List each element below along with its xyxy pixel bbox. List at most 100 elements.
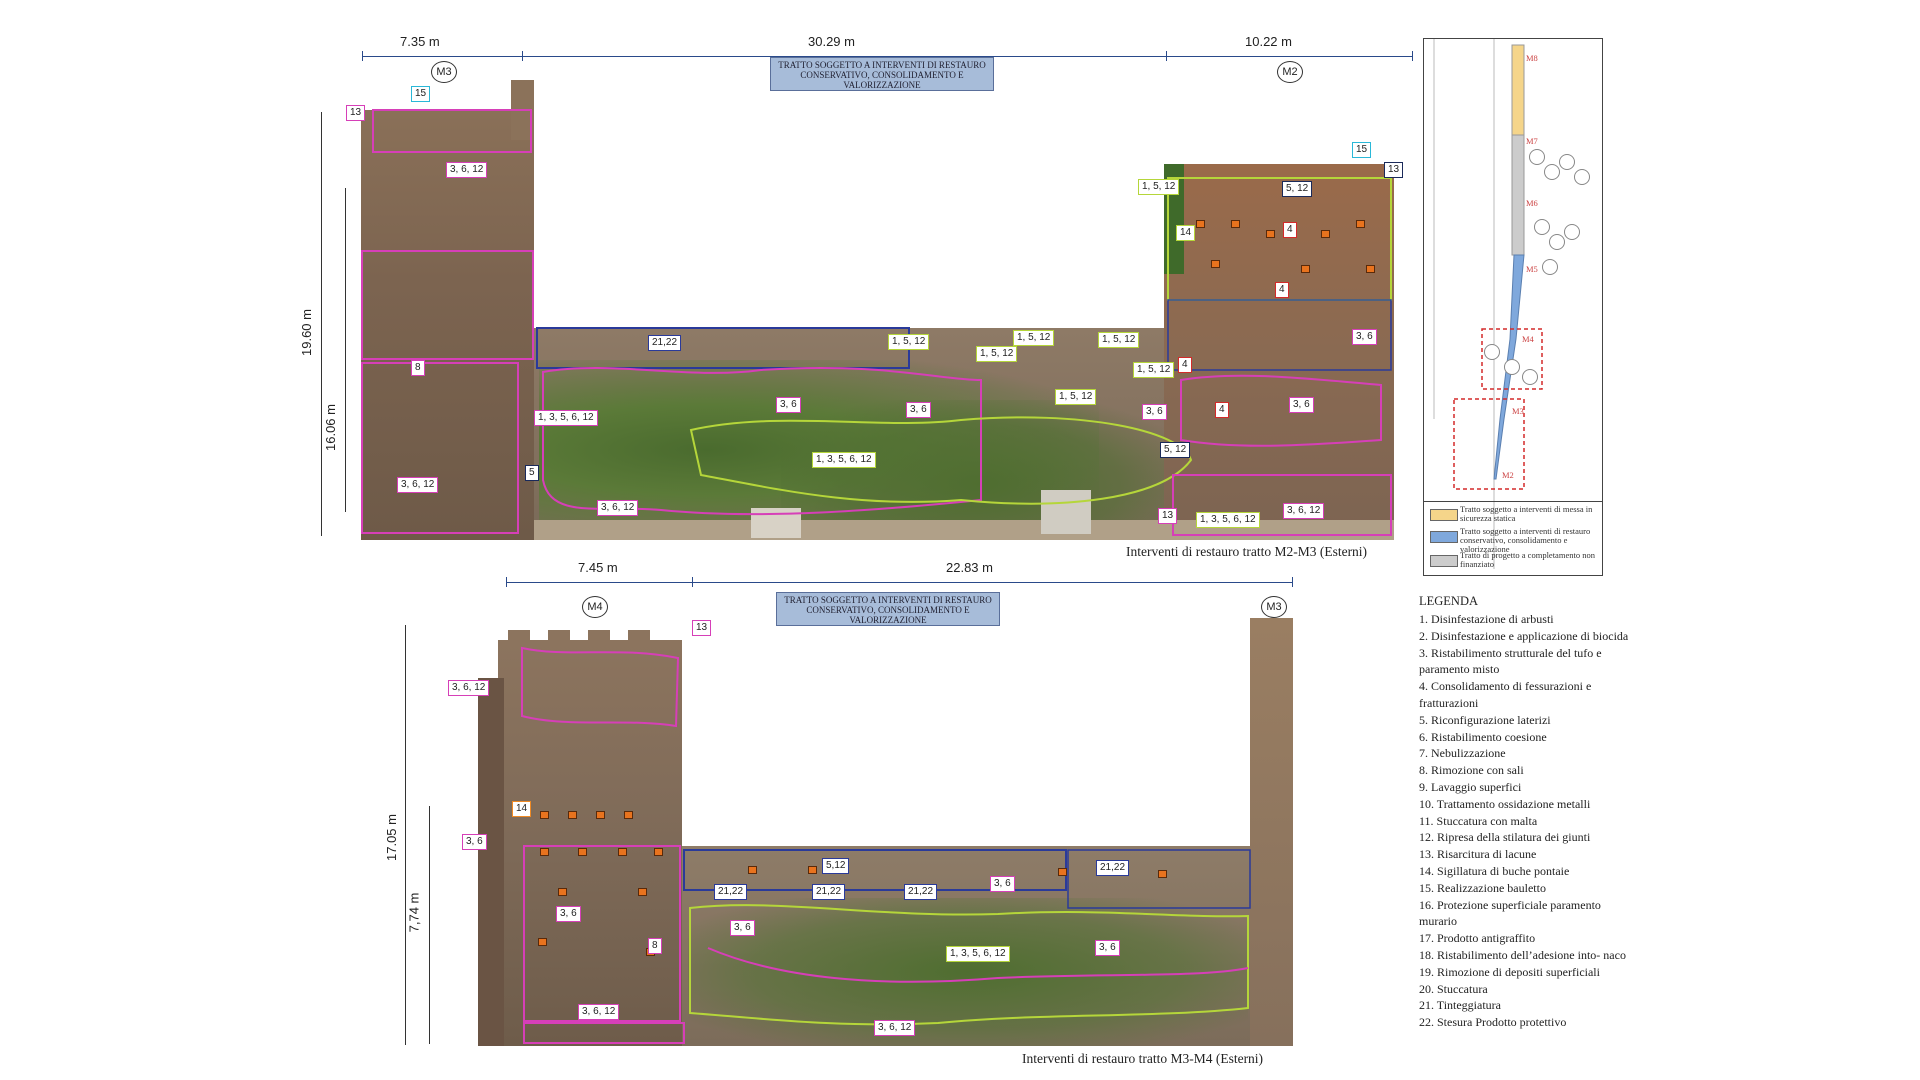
label-bottom-3: 14 xyxy=(512,801,532,817)
legend-item: 2. Disinfestazione e applicazione di bio… xyxy=(1419,628,1629,643)
label-top-6: 1, 3, 5, 6, 12 xyxy=(534,410,598,426)
key-grey-text: Tratto di progetto a completamento non f… xyxy=(1460,550,1595,569)
bottom-outlines xyxy=(521,646,1251,1044)
map-seg-m8: M8 xyxy=(1526,53,1538,63)
legend-item: 14. Sigillatura di buche pontaie xyxy=(1419,863,1570,878)
label-top-24: 4 xyxy=(1283,222,1297,238)
legend-item: 19. Rimozione di depositi superficiali xyxy=(1419,964,1600,979)
label-top-9: 3, 6 xyxy=(776,397,801,413)
top-dim-right: 10.22 m xyxy=(1245,34,1292,49)
legend-item: 5. Riconfigurazione laterizi xyxy=(1419,712,1551,727)
bottom-height-outer: 17.05 m xyxy=(383,814,399,861)
label-top-15: 1, 5, 12 xyxy=(1133,362,1175,378)
label-top-10: 3, 6 xyxy=(906,402,931,418)
label-top-34: 3, 6, 12 xyxy=(1283,503,1325,519)
bottom-caption: Interventi di restauro tratto M3-M4 (Est… xyxy=(1022,1051,1264,1066)
legend-item: 8. Rimozione con sali xyxy=(1419,763,1524,778)
label-top-16: 1, 5, 12 xyxy=(1055,389,1097,405)
label-bottom-16: 3, 6 xyxy=(1095,940,1120,956)
label-top-7: 5 xyxy=(525,465,539,481)
location-map: M8 M7 M6 M5 M4 M3 M2 Tratto soggetto a i… xyxy=(1423,38,1603,576)
bottom-dim-right: 22.83 m xyxy=(946,560,993,575)
label-top-26: 3, 6 xyxy=(1352,329,1377,345)
legend-item: 4. Consolidamento di fessurazioni e frat… xyxy=(1419,679,1592,710)
legend-item: 3. Ristabilimento strutturale del tufo e… xyxy=(1419,645,1602,677)
legend-item: 9. Lavaggio superfici xyxy=(1419,779,1522,794)
legend-title: LEGENDA xyxy=(1419,594,1479,608)
legend-item: 18. Ristabilimento dell’adesione into- n… xyxy=(1419,947,1626,962)
legend-item: 10. Trattamento ossidazione metalli xyxy=(1419,796,1591,811)
label-bottom-5: 3, 6 xyxy=(556,906,581,922)
label-top-14: 1, 5, 12 xyxy=(1098,332,1140,348)
label-top-1: 15 xyxy=(411,86,431,102)
map-seg-m5: M5 xyxy=(1526,264,1538,274)
label-top-22: 5, 12 xyxy=(1282,181,1313,197)
legend-item: 16. Protezione superficiale paramento mu… xyxy=(1419,897,1601,929)
label-top-33: 1, 3, 5, 6, 12 xyxy=(1196,512,1260,528)
label-bottom-1: 13 xyxy=(692,620,712,636)
top-wall-photo xyxy=(361,80,1411,540)
legend-item: 7. Nebulizzazione xyxy=(1419,746,1506,761)
legend-item: 6. Ristabilimento coesione xyxy=(1419,729,1547,744)
label-top-27: 4 xyxy=(1178,357,1192,373)
label-top-3: 3, 6, 12 xyxy=(446,162,488,178)
label-top-11: 1, 5, 12 xyxy=(888,334,930,350)
map-seg-m7: M7 xyxy=(1526,136,1538,146)
label-bottom-11: 21,22 xyxy=(904,884,938,900)
label-bottom-14: 3, 6 xyxy=(990,876,1015,892)
label-bottom-8: 5,12 xyxy=(822,858,850,874)
label-top-28: 4 xyxy=(1215,402,1229,418)
label-top-25: 4 xyxy=(1275,282,1289,298)
map-seg-m3: M3 xyxy=(1512,406,1524,416)
legend-item: 20. Stuccatura xyxy=(1419,981,1488,996)
label-bottom-13: 21,22 xyxy=(1096,860,1130,876)
bottom-wall-photo xyxy=(478,618,1293,1046)
bottom-height-inner: 7,74 m xyxy=(406,892,422,933)
map-seg-m6: M6 xyxy=(1526,198,1538,208)
label-bottom-2: 3, 6, 12 xyxy=(448,680,490,696)
map-seg-m2: M2 xyxy=(1502,470,1514,480)
marker-m4-bottom: M4 xyxy=(582,596,608,618)
key-grey xyxy=(1430,555,1458,567)
legend-item: 17. Prodotto antigraffito xyxy=(1419,931,1536,946)
legend-item: 13. Risarcitura di lacune xyxy=(1419,847,1537,862)
legend-item: 11. Stuccatura con malta xyxy=(1419,813,1538,828)
legend-item: 1. Disinfestazione di arbusti xyxy=(1419,612,1554,626)
label-top-29: 3, 6 xyxy=(1142,404,1167,420)
label-top-32: 13 xyxy=(1158,508,1178,524)
label-top-20: 13 xyxy=(1384,162,1404,178)
label-top-8: 21,22 xyxy=(648,335,682,351)
key-blue xyxy=(1430,531,1458,543)
label-top-21: 1, 5, 12 xyxy=(1138,179,1180,195)
top-outlines xyxy=(361,109,1392,536)
label-bottom-17: 3, 6, 12 xyxy=(874,1020,916,1036)
label-top-2: 13 xyxy=(346,105,366,121)
marker-m3-bottom: M3 xyxy=(1261,596,1287,618)
label-bottom-6: 8 xyxy=(648,938,662,954)
legend-list: 1. Disinfestazione di arbusti 2. Disinfe… xyxy=(1419,611,1629,1031)
top-height-outer: 19.60 m xyxy=(298,309,314,356)
label-top-5: 3, 6, 12 xyxy=(397,477,439,493)
top-height-inner: 16.06 m xyxy=(322,404,338,451)
legend-item: 12. Ripresa della stilatura dei giunti xyxy=(1419,830,1591,845)
top-dim-center: 30.29 m xyxy=(808,34,855,49)
bottom-dim-line xyxy=(506,582,1292,583)
label-bottom-10: 21,22 xyxy=(812,884,846,900)
top-caption: Interventi di restauro tratto M2-M3 (Est… xyxy=(1126,544,1368,559)
legend-item: 15. Realizzazione bauletto xyxy=(1419,880,1546,895)
legend-item: 21. Tinteggiatura xyxy=(1419,998,1502,1013)
label-top-12: 1, 5, 12 xyxy=(976,346,1018,362)
label-bottom-7: 3, 6, 12 xyxy=(578,1004,620,1020)
label-top-31: 5, 12 xyxy=(1160,442,1191,458)
top-dim-left: 7.35 m xyxy=(400,34,440,49)
bottom-dim-left: 7.45 m xyxy=(578,560,618,575)
key-yellow-text: Tratto soggetto a interventi di messa in… xyxy=(1460,504,1593,523)
label-top-23: 14 xyxy=(1176,225,1196,241)
label-top-17: 1, 3, 5, 6, 12 xyxy=(812,452,876,468)
label-bottom-9: 21,22 xyxy=(714,884,748,900)
label-top-30: 3, 6 xyxy=(1289,397,1314,413)
legend-item: 22. Stesura Prodotto protettivo xyxy=(1419,1015,1567,1030)
label-top-13: 1, 5, 12 xyxy=(1013,330,1055,346)
label-top-18: 3, 6, 12 xyxy=(597,500,639,516)
key-yellow xyxy=(1430,509,1458,521)
